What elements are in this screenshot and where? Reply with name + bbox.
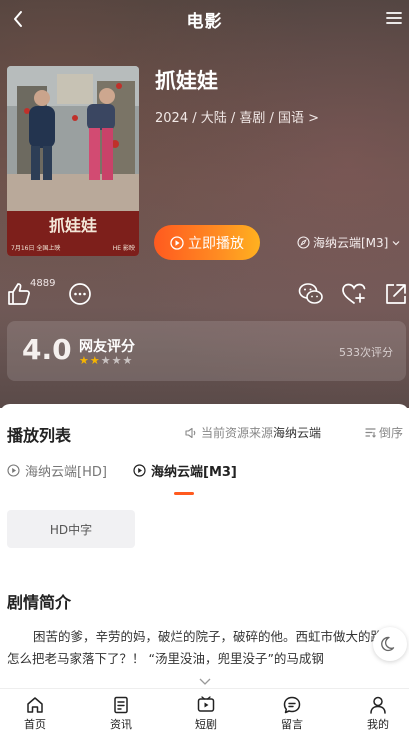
rating-score: 4.0 [22, 333, 72, 366]
movie-poster: 抓娃娃 7月16日 全国上映 HE 影映 [7, 66, 139, 256]
nav-news-label: 资讯 [110, 718, 132, 731]
nav-item-profile[interactable]: 我的 [353, 695, 403, 732]
synopsis-text: 困苦的爹，辛劳的妈，破烂的院子，破碎的他。西虹市做大的路上怎么把老马家落下了？！… [7, 629, 396, 666]
tab-source-m3-label: 海纳云端[M3] [151, 465, 237, 480]
top-bar: 电影 [0, 0, 409, 38]
poster-date-left: 7月16日 全国上映 [11, 244, 60, 252]
source-selector[interactable]: 海纳云端[M3] [297, 234, 405, 251]
share-icon[interactable] [383, 281, 409, 307]
active-tab-indicator [174, 492, 194, 495]
nav-short-drama-label: 短剧 [195, 718, 217, 731]
play-circle-icon [170, 235, 184, 250]
short-drama-icon [197, 696, 215, 712]
nav-message-label: 留言 [281, 718, 303, 731]
nav-home-label: 首页 [24, 718, 46, 731]
menu-icon[interactable] [385, 9, 403, 27]
episode-item[interactable]: HD中字 [7, 510, 135, 548]
play-circle-icon [133, 464, 146, 477]
chevron-down-icon [392, 240, 400, 245]
rating-stars: ★★★★★ [79, 354, 133, 367]
star-empty-icon: ★ [111, 354, 123, 367]
thumbs-up-icon[interactable] [6, 281, 32, 307]
home-icon [27, 697, 43, 713]
comment-icon[interactable] [67, 281, 93, 307]
poster-title-art: 抓娃娃 [49, 216, 97, 235]
tab-source-m3[interactable]: 海纳云端[M3] [133, 461, 237, 480]
star-filled-icon: ★ [79, 354, 90, 367]
star-filled-icon: ★ [89, 354, 101, 367]
night-mode-button[interactable] [373, 627, 407, 661]
sort-button[interactable]: 倒序 [364, 424, 403, 441]
synopsis-clip: 困苦的爹，辛劳的妈，破烂的院子，破碎的他。西虹市做大的路上怎么把老马家落下了？！… [0, 626, 409, 672]
page-title: 电影 [186, 11, 223, 32]
like-count: 4889 [30, 278, 56, 289]
nav-profile-label: 我的 [367, 718, 389, 731]
nav-item-news[interactable]: 资讯 [96, 695, 146, 732]
nav-item-short-drama[interactable]: 短剧 [181, 695, 231, 732]
expand-chevron-icon[interactable] [198, 677, 212, 687]
moon-icon [381, 636, 395, 652]
play-circle-icon [7, 464, 20, 477]
source-selector-label: 海纳云端[M3] [313, 236, 389, 250]
message-icon [283, 696, 301, 714]
speaker-icon [185, 427, 196, 438]
favorite-heart-icon[interactable] [341, 281, 367, 307]
movie-meta[interactable]: 2024 / 大陆 / 喜剧 / 国语 > [155, 107, 319, 126]
news-icon [114, 696, 128, 714]
source-note-current: 海纳云端 [273, 426, 322, 440]
star-empty-icon: ★ [100, 354, 112, 367]
tab-source-hd[interactable]: 海纳云端[HD] [7, 461, 107, 480]
back-icon[interactable] [8, 6, 30, 32]
synopsis-title: 剧情简介 [7, 593, 72, 612]
profile-icon [370, 696, 386, 714]
rating-count: 533次评分 [339, 346, 393, 359]
rating-label: 网友评分 [79, 339, 135, 355]
nav-item-home[interactable]: 首页 [10, 695, 60, 732]
sort-icon [365, 428, 376, 438]
source-note: 当前资源来源 海纳云端 [184, 424, 334, 441]
playlist-title: 播放列表 [7, 426, 72, 445]
poster-date-right: HE 影映 [113, 244, 135, 252]
play-now-button[interactable]: 立即播放 [154, 225, 260, 260]
play-now-label: 立即播放 [188, 235, 244, 252]
movie-hero: 电影 抓娃娃 7月16日 全国上映 HE 影映 抓娃娃 2024 / 大陆 / … [0, 0, 409, 408]
star-empty-icon: ★ [122, 354, 134, 367]
source-note-prefix: 当前资源来源 [201, 426, 274, 440]
sort-label: 倒序 [379, 426, 404, 440]
compass-icon [297, 236, 310, 249]
tab-source-hd-label: 海纳云端[HD] [25, 465, 107, 480]
nav-item-message[interactable]: 留言 [267, 695, 317, 732]
bottom-nav: 首页 资讯 短剧 留言 我的 [0, 688, 409, 732]
movie-title: 抓娃娃 [155, 69, 218, 93]
wechat-icon[interactable] [298, 281, 324, 307]
rating-card: 4.0 网友评分 ★★★★★ 533次评分 [7, 321, 406, 381]
